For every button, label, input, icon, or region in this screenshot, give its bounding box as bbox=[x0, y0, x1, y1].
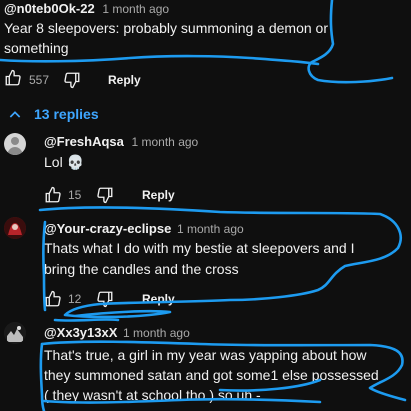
comment-time: 1 month ago bbox=[102, 2, 170, 16]
comment-text-line-2: they summoned satan and got some1 else p… bbox=[44, 367, 379, 383]
chevron-up-icon[interactable] bbox=[7, 107, 23, 123]
comment-author[interactable]: @FreshAqsa 1 month ago bbox=[44, 134, 198, 149]
comment-author[interactable]: @n0teb0Ok-22 1 month ago bbox=[4, 1, 169, 16]
author-handle[interactable]: @n0teb0Ok-22 bbox=[4, 1, 95, 16]
comment-time: 1 month ago bbox=[123, 326, 190, 340]
reply-button[interactable]: Reply bbox=[142, 188, 175, 202]
reply-button[interactable]: Reply bbox=[108, 73, 141, 87]
black-white-avatar-icon bbox=[4, 322, 26, 344]
thumbs-down-icon[interactable] bbox=[96, 290, 114, 308]
thumbs-down-icon[interactable] bbox=[63, 71, 81, 89]
comment-text-line-1: Year 8 sleepovers: probably summoning a … bbox=[4, 20, 329, 36]
red-anime-avatar-icon bbox=[4, 217, 26, 239]
author-handle[interactable]: @FreshAqsa bbox=[44, 134, 124, 149]
avatar[interactable] bbox=[4, 133, 26, 155]
thumbs-up-icon[interactable] bbox=[4, 69, 22, 87]
thumbs-down-icon[interactable] bbox=[96, 186, 114, 204]
like-count: 12 bbox=[68, 292, 82, 306]
like-count: 557 bbox=[29, 73, 50, 87]
default-avatar-icon bbox=[7, 137, 23, 155]
reply-button[interactable]: Reply bbox=[142, 292, 175, 306]
author-handle[interactable]: @Your-crazy-eclipse bbox=[44, 221, 171, 236]
comment-text: Lol 💀 bbox=[44, 154, 85, 170]
comment-text-line-2: bring the candles and the cross bbox=[44, 261, 239, 277]
comment-time: 1 month ago bbox=[176, 222, 244, 236]
comment-author[interactable]: @Your-crazy-eclipse 1 month ago bbox=[44, 221, 244, 236]
thumbs-up-icon[interactable] bbox=[44, 186, 62, 204]
comment-author[interactable]: @Xx3y13xX 1 month ago bbox=[44, 325, 190, 340]
thumbs-up-icon[interactable] bbox=[44, 290, 62, 308]
comment-text-line-2: something bbox=[4, 40, 69, 56]
replies-toggle[interactable]: 13 replies bbox=[34, 106, 99, 122]
avatar[interactable] bbox=[4, 322, 26, 344]
like-count: 15 bbox=[68, 188, 82, 202]
comment-text-line-1: That's true, a girl in my year was yappi… bbox=[44, 347, 367, 363]
comment-text-line-3: ( they wasn't at school tho ) so uh - bbox=[44, 387, 261, 403]
comment-time: 1 month ago bbox=[131, 135, 199, 149]
comment-text-line-1: Thats what I do with my bestie at sleepo… bbox=[44, 240, 355, 256]
author-handle[interactable]: @Xx3y13xX bbox=[44, 325, 117, 340]
avatar[interactable] bbox=[4, 217, 26, 239]
